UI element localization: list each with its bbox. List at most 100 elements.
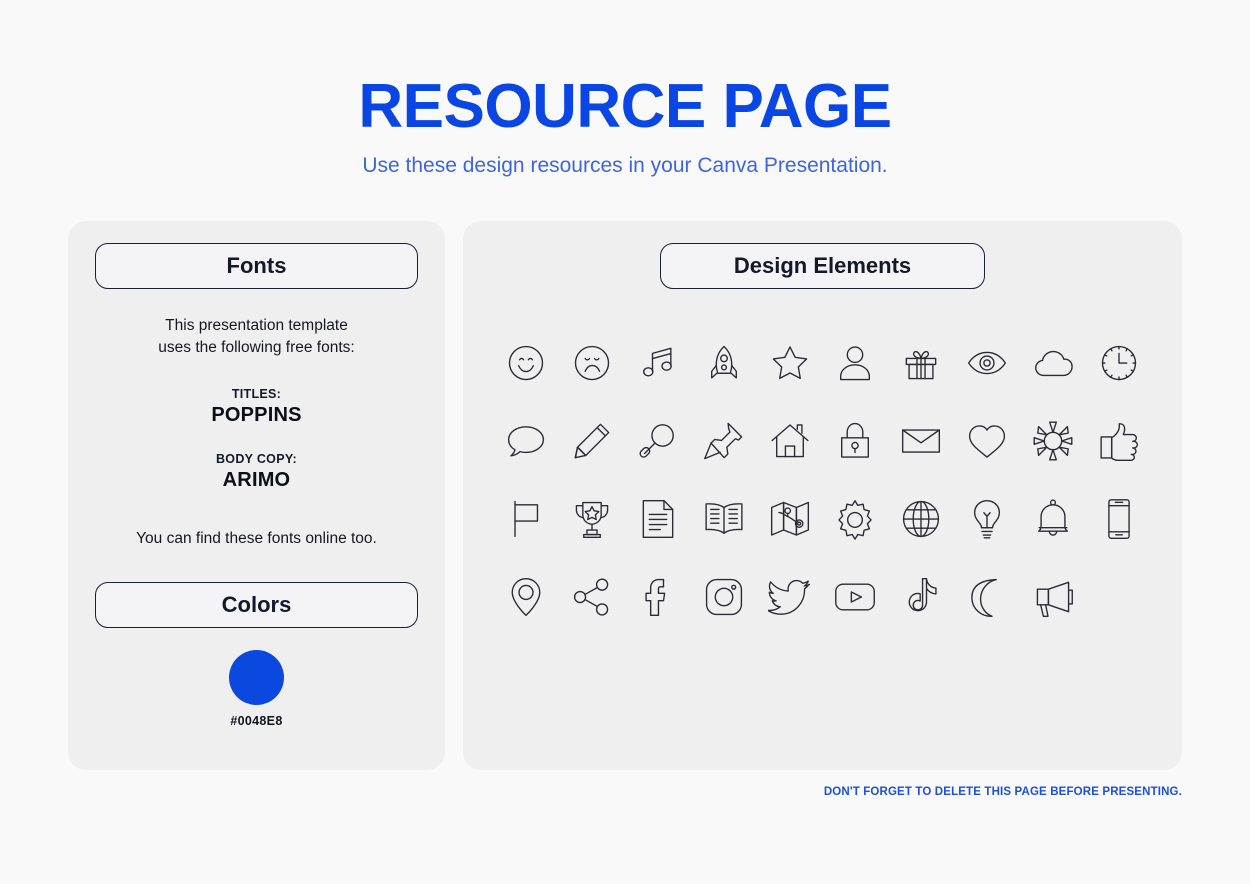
music-note-icon-glyph xyxy=(642,347,672,377)
music-note-icon[interactable] xyxy=(630,335,686,391)
youtube-icon[interactable] xyxy=(827,569,883,625)
padlock-icon[interactable] xyxy=(827,413,883,469)
tiktok-icon-glyph xyxy=(908,577,937,612)
house-icon-glyph xyxy=(770,424,809,458)
person-icon-glyph xyxy=(840,346,871,381)
fonts-intro-line-2: uses the following free fonts: xyxy=(158,339,355,357)
mobile-phone-icon-glyph xyxy=(1108,499,1130,539)
mobile-phone-icon[interactable] xyxy=(1091,491,1147,547)
facebook-icon[interactable] xyxy=(630,569,686,625)
trophy-icon[interactable] xyxy=(564,491,620,547)
magnifying-glass-icon-glyph xyxy=(639,424,674,458)
location-pin-icon[interactable] xyxy=(498,569,554,625)
fonts-intro-line-1: This presentation template xyxy=(165,317,348,334)
fonts-footnote: You can find these fonts online too. xyxy=(136,529,377,547)
padlock-icon-glyph xyxy=(841,422,870,458)
page-header: RESOURCE PAGE Use these design resources… xyxy=(0,0,1250,178)
page-subtitle: Use these design resources in your Canva… xyxy=(362,154,888,177)
clock-icon[interactable] xyxy=(1091,335,1147,391)
titles-font-name: POPPINS xyxy=(211,403,302,426)
color-hex-label: #0048E8 xyxy=(230,713,283,728)
speech-bubble-icon-glyph xyxy=(507,426,545,457)
moon-icon[interactable] xyxy=(959,569,1015,625)
globe-icon[interactable] xyxy=(893,491,949,547)
map-icon-glyph xyxy=(770,501,809,536)
location-pin-icon-glyph xyxy=(511,577,541,617)
megaphone-icon-glyph xyxy=(1036,581,1074,617)
smiley-face-icon-glyph xyxy=(508,345,544,381)
megaphone-icon[interactable] xyxy=(1025,569,1081,625)
colors-heading-pill[interactable]: Colors xyxy=(95,581,418,628)
sad-face-icon[interactable] xyxy=(564,335,620,391)
design-elements-panel: Design Elements xyxy=(463,221,1182,770)
bell-icon-glyph xyxy=(1038,499,1069,536)
person-icon[interactable] xyxy=(827,335,883,391)
document-icon[interactable] xyxy=(630,491,686,547)
twitter-icon-glyph xyxy=(767,579,810,615)
sun-icon-glyph xyxy=(1033,421,1073,461)
body-font-group: BODY COPY: ARIMO xyxy=(68,452,445,492)
lightbulb-icon[interactable] xyxy=(959,491,1015,547)
envelope-icon-glyph xyxy=(902,429,941,453)
star-icon[interactable] xyxy=(762,335,818,391)
gift-icon-glyph xyxy=(905,350,937,380)
pushpin-icon-glyph xyxy=(703,422,742,460)
map-icon[interactable] xyxy=(762,491,818,547)
pencil-icon[interactable] xyxy=(564,413,620,469)
star-icon-glyph xyxy=(772,346,807,380)
fonts-and-colors-panel: Fonts This presentation template uses th… xyxy=(68,221,445,770)
facebook-icon-glyph xyxy=(645,578,666,617)
rocket-icon-glyph xyxy=(710,345,737,379)
share-icon-glyph xyxy=(573,578,609,616)
globe-icon-glyph xyxy=(903,500,940,538)
youtube-icon-glyph xyxy=(835,583,876,611)
rocket-icon[interactable] xyxy=(696,335,752,391)
speech-bubble-icon[interactable] xyxy=(498,413,554,469)
cloud-icon-glyph xyxy=(1035,350,1073,377)
bell-icon[interactable] xyxy=(1025,491,1081,547)
gear-icon-glyph xyxy=(838,499,873,540)
thumbs-up-icon-glyph xyxy=(1100,423,1139,461)
house-icon[interactable] xyxy=(762,413,818,469)
sun-icon[interactable] xyxy=(1025,413,1081,469)
fonts-heading-pill[interactable]: Fonts xyxy=(95,243,418,289)
titles-font-group: TITLES: POPPINS xyxy=(68,387,445,427)
open-book-icon-glyph xyxy=(705,503,743,534)
envelope-icon[interactable] xyxy=(893,413,949,469)
sad-face-icon-glyph xyxy=(574,345,610,381)
share-icon[interactable] xyxy=(564,569,620,625)
delete-page-notice: DON'T FORGET TO DELETE THIS PAGE BEFORE … xyxy=(823,786,1182,798)
instagram-icon[interactable] xyxy=(696,569,752,625)
pushpin-icon[interactable] xyxy=(696,413,752,469)
body-font-label: BODY COPY: xyxy=(215,451,298,466)
flag-icon[interactable] xyxy=(498,491,554,547)
moon-icon-glyph xyxy=(971,578,998,617)
lightbulb-icon-glyph xyxy=(974,499,1001,539)
cloud-icon[interactable] xyxy=(1025,335,1081,391)
eye-icon[interactable] xyxy=(959,335,1015,391)
instagram-icon-glyph xyxy=(705,578,742,616)
pencil-icon-glyph xyxy=(574,423,610,459)
fonts-intro: This presentation template uses the foll… xyxy=(68,315,445,360)
design-elements-heading-pill[interactable]: Design Elements xyxy=(660,243,985,289)
heart-icon-glyph xyxy=(969,425,1006,458)
color-swatch[interactable] xyxy=(229,649,284,705)
thumbs-up-icon[interactable] xyxy=(1091,413,1147,469)
panels-container: Fonts This presentation template uses th… xyxy=(68,221,1182,770)
clock-icon-glyph xyxy=(1101,345,1137,381)
open-book-icon[interactable] xyxy=(696,491,752,547)
trophy-icon-glyph xyxy=(575,501,609,539)
twitter-icon[interactable] xyxy=(762,569,818,625)
tiktok-icon[interactable] xyxy=(893,569,949,625)
colors-section: Colors #0048E8 xyxy=(68,581,445,728)
resource-page: RESOURCE PAGE Use these design resources… xyxy=(0,0,1250,884)
titles-font-label: TITLES: xyxy=(231,386,282,401)
magnifying-glass-icon[interactable] xyxy=(630,413,686,469)
design-elements-icon-grid xyxy=(493,335,1152,625)
document-icon-glyph xyxy=(642,499,674,539)
body-font-name: ARIMO xyxy=(222,468,291,491)
gift-icon[interactable] xyxy=(893,335,949,391)
smiley-face-icon[interactable] xyxy=(498,335,554,391)
heart-icon[interactable] xyxy=(959,413,1015,469)
gear-icon[interactable] xyxy=(827,491,883,547)
